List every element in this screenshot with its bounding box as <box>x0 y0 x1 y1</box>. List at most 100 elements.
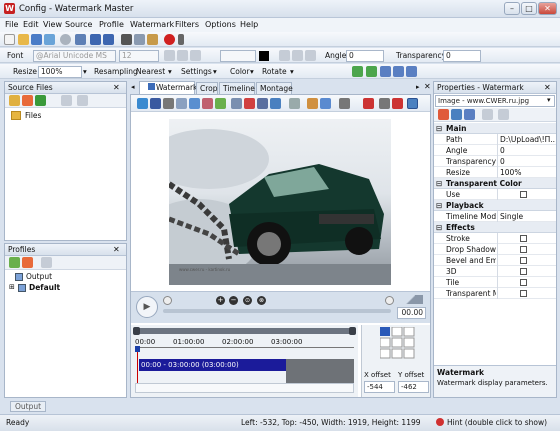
properties-icon[interactable] <box>464 109 475 120</box>
settings-dropdown-icon[interactable]: ▾ <box>213 66 217 77</box>
menu-filters[interactable]: Filters <box>175 20 199 30</box>
layer-options-icon[interactable] <box>339 98 350 109</box>
chevron-down-icon[interactable]: ▾ <box>547 96 551 104</box>
bold-icon[interactable] <box>164 50 175 61</box>
new-profile-icon[interactable] <box>9 257 20 268</box>
collapse-icon[interactable]: ⊟ <box>436 178 442 189</box>
tree-item-files[interactable]: Files <box>25 111 41 120</box>
close-button[interactable]: ✕ <box>538 2 557 15</box>
close-icon[interactable]: ✕ <box>544 83 551 92</box>
property-row[interactable]: Bevel and Emb <box>434 255 556 266</box>
property-section[interactable]: ⊟ Playback <box>434 200 556 211</box>
tab-scroll-right-icon[interactable]: ▸ <box>416 83 420 91</box>
y-offset-input[interactable]: -462 <box>398 381 429 393</box>
maximize-button[interactable]: □ <box>521 2 537 15</box>
property-section[interactable]: ⊟ Main <box>434 123 556 134</box>
timeline-scrollbar[interactable] <box>135 383 354 393</box>
close-icon[interactable]: ✕ <box>113 83 120 92</box>
brush-icon[interactable] <box>289 98 300 109</box>
zoom-in-icon[interactable]: + <box>216 296 225 305</box>
grid-icon[interactable] <box>176 98 187 109</box>
font-size-select[interactable]: 12 <box>119 50 159 62</box>
align-left-icon[interactable] <box>279 50 290 61</box>
align-down-icon[interactable] <box>352 66 363 77</box>
delete-layer-icon[interactable] <box>363 98 374 109</box>
x-offset-input[interactable]: -544 <box>364 381 395 393</box>
add-folder-icon[interactable] <box>9 95 20 106</box>
property-value[interactable]: 0 <box>500 145 555 156</box>
property-row[interactable]: 3D <box>434 266 556 277</box>
property-row[interactable]: Resize 100% <box>434 167 556 178</box>
property-row[interactable]: Stroke <box>434 233 556 244</box>
resampling-dropdown-icon[interactable]: ▾ <box>168 66 172 77</box>
hint-text[interactable]: Hint (double click to show) <box>447 418 547 427</box>
property-value[interactable]: 0 <box>500 156 555 167</box>
copy-layer-icon[interactable] <box>307 98 318 109</box>
angle-input[interactable]: 0 <box>346 50 384 62</box>
menu-view[interactable]: View <box>43 20 62 30</box>
redo-icon[interactable] <box>103 34 114 45</box>
layer-down-icon[interactable] <box>270 98 281 109</box>
property-checkbox[interactable] <box>520 290 527 297</box>
menu-options[interactable]: Options <box>205 20 236 30</box>
property-checkbox[interactable] <box>520 191 527 198</box>
menu-help[interactable]: Help <box>240 20 258 30</box>
timeline-range-bar[interactable] <box>135 328 354 334</box>
remove-icon[interactable] <box>61 95 72 106</box>
image-preview[interactable]: www.cwer.ru - kartinok.ru <box>169 119 391 285</box>
stop-icon[interactable] <box>60 34 71 45</box>
clear-icon[interactable] <box>77 95 88 106</box>
hide-icon[interactable] <box>392 98 403 109</box>
align-up-icon[interactable] <box>366 66 377 77</box>
property-value[interactable]: 100% <box>500 167 555 178</box>
tab-crop[interactable]: Crop <box>196 82 218 94</box>
align-center-icon[interactable] <box>292 50 303 61</box>
resize-dropdown-icon[interactable]: ▾ <box>83 66 87 77</box>
settings-menu[interactable]: Settings <box>181 66 212 77</box>
copy-icon[interactable] <box>134 34 145 45</box>
close-icon[interactable]: ✕ <box>424 82 431 91</box>
tab-scroll-left-icon[interactable]: ◂ <box>131 83 135 91</box>
tree-item-output[interactable]: Output <box>26 272 52 281</box>
property-value[interactable]: Single <box>500 211 555 222</box>
color-dropdown-icon[interactable]: ▾ <box>250 66 254 77</box>
layer-selector[interactable]: Image - www.CWER.ru.jpg <box>435 95 555 107</box>
align-icon[interactable] <box>231 98 242 109</box>
add-file-icon[interactable] <box>22 95 33 106</box>
exit-icon[interactable] <box>164 34 175 45</box>
property-checkbox[interactable] <box>520 246 527 253</box>
underline-icon[interactable] <box>190 50 201 61</box>
lock-icon[interactable] <box>379 98 390 109</box>
paste-layer-icon[interactable] <box>320 98 331 109</box>
color-select[interactable] <box>220 50 256 62</box>
rotate-menu[interactable]: Rotate <box>262 66 287 77</box>
tree-item-default[interactable]: Default <box>29 283 60 292</box>
fit-page-icon[interactable] <box>406 66 417 77</box>
property-row[interactable]: Use <box>434 189 556 200</box>
fit-icon[interactable]: ⊙ <box>243 296 252 305</box>
layer-up-icon[interactable] <box>257 98 268 109</box>
open-icon[interactable] <box>18 34 29 45</box>
expand-icon[interactable]: ⊞ <box>9 283 15 291</box>
timeline-clip[interactable]: 00:00 - 03:00:00 (03:00:00) <box>139 359 286 371</box>
zoom-out-icon[interactable]: − <box>229 296 238 305</box>
preview-icon[interactable] <box>407 98 418 109</box>
edit-profile-icon[interactable] <box>22 257 33 268</box>
resize-input[interactable]: 100% <box>38 66 82 78</box>
property-row[interactable]: Transparency 0 <box>434 156 556 167</box>
property-value[interactable]: D:\UpLoad\!Π... <box>500 134 555 145</box>
menu-watermark[interactable]: Watermark <box>130 20 174 30</box>
add-shape-icon[interactable] <box>163 98 174 109</box>
menu-edit[interactable]: Edit <box>23 20 39 30</box>
forward-icon[interactable] <box>385 296 394 305</box>
wizard-icon[interactable] <box>75 34 86 45</box>
add-text-icon[interactable] <box>150 98 161 109</box>
picture-icon[interactable] <box>189 98 200 109</box>
volume-slider[interactable] <box>399 295 423 304</box>
settings-icon[interactable] <box>498 109 509 120</box>
play-icon[interactable]: ▶ <box>136 296 158 318</box>
tab-timeline[interactable]: Timeline <box>219 82 255 94</box>
italic-icon[interactable] <box>177 50 188 61</box>
property-row[interactable]: Timeline Mode Single <box>434 211 556 222</box>
align-right-icon[interactable] <box>305 50 316 61</box>
